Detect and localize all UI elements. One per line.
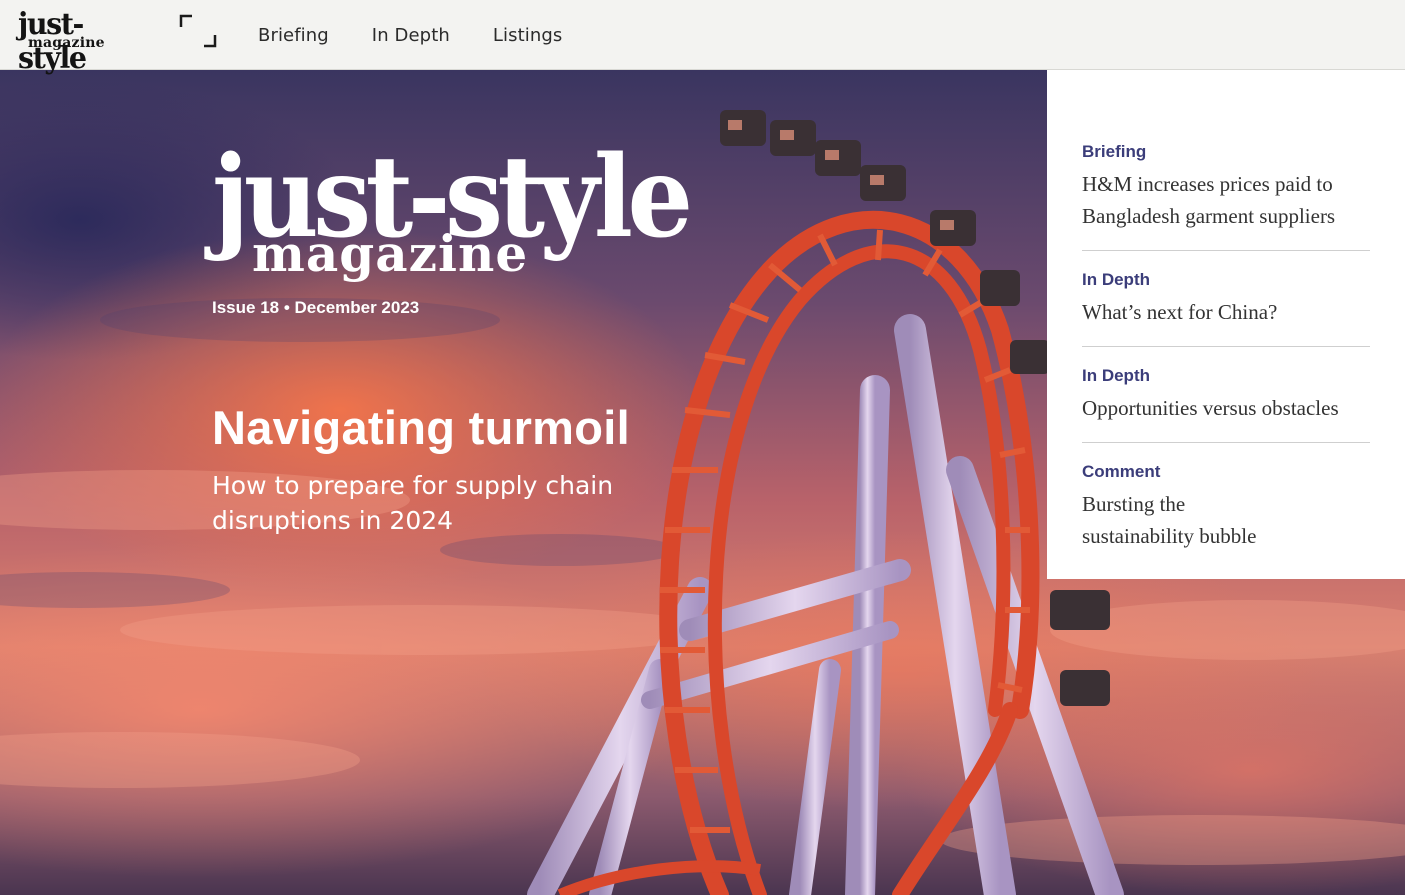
contents-item[interactable]: In Depth Opportunities versus obstacles (1082, 364, 1370, 443)
contents-category: Briefing (1082, 142, 1147, 161)
main-nav: Briefing In Depth Listings (258, 0, 605, 70)
contents-category: In Depth (1082, 270, 1150, 289)
contents-item[interactable]: Briefing H&M increases prices paid to Ba… (1082, 140, 1370, 251)
top-navigation-bar: just-style magazine Briefing In Depth Li… (0, 0, 1405, 76)
nav-briefing[interactable]: Briefing (258, 25, 329, 46)
contents-title[interactable]: Bursting the sustainability bubble (1082, 488, 1282, 552)
contents-item[interactable]: Comment Bursting the sustainability bubb… (1082, 460, 1370, 570)
issue-label: Issue 18 • December 2023 (212, 298, 420, 317)
contents-category: In Depth (1082, 366, 1150, 385)
site-logo-sub: magazine (28, 35, 105, 51)
magazine-logo: just-style magazine (212, 138, 693, 298)
magazine-logo-sub: magazine (252, 224, 529, 283)
site-logo[interactable]: just-style magazine (18, 8, 142, 76)
contents-item[interactable]: In Depth What’s next for China? (1082, 268, 1370, 347)
nav-listings[interactable]: Listings (493, 25, 562, 46)
contents-panel: Briefing H&M increases prices paid to Ba… (1047, 70, 1405, 579)
contents-category: Comment (1082, 462, 1161, 481)
cover-headline[interactable]: Navigating turmoil (212, 400, 630, 455)
contents-title[interactable]: H&M increases prices paid to Bangladesh … (1082, 168, 1370, 232)
contents-title[interactable]: What’s next for China? (1082, 296, 1370, 328)
fullscreen-icon[interactable] (178, 13, 218, 49)
contents-title[interactable]: Opportunities versus obstacles (1082, 392, 1370, 424)
cover-subhead: How to prepare for supply chain disrupti… (212, 471, 614, 535)
nav-in-depth[interactable]: In Depth (372, 25, 450, 46)
